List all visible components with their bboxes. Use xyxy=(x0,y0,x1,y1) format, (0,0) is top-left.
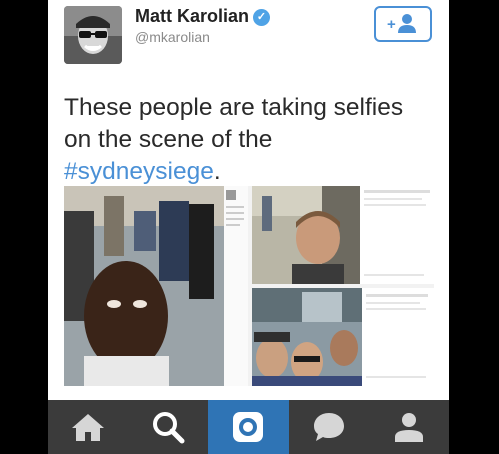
add-user-icon: + xyxy=(387,14,416,33)
home-icon xyxy=(72,414,105,441)
tab-camera[interactable] xyxy=(208,400,289,454)
author-name[interactable]: Matt Karolian ✓ xyxy=(135,6,271,27)
camera-icon xyxy=(233,412,264,442)
author-name-text[interactable]: Matt Karolian xyxy=(135,6,249,26)
tab-activity[interactable] xyxy=(289,400,369,454)
search-icon xyxy=(153,412,185,444)
hashtag-link[interactable]: #sydneysiege xyxy=(64,158,214,185)
media-photo-large[interactable] xyxy=(64,186,248,386)
author-avatar[interactable] xyxy=(64,6,122,64)
media-photo-top-right[interactable] xyxy=(252,186,434,284)
profile-icon xyxy=(394,413,423,442)
tweet-text: These people are taking selfies on the s… xyxy=(64,92,434,188)
tab-profile[interactable] xyxy=(369,400,449,454)
chat-bubble-icon xyxy=(313,413,344,441)
media-photo-bottom-right[interactable] xyxy=(252,288,434,386)
author-handle[interactable]: @mkarolian xyxy=(135,29,210,45)
tweet-text-body: These people are taking selfies on the s… xyxy=(64,94,404,153)
verified-badge-icon: ✓ xyxy=(253,9,271,26)
tweet-card: Matt Karolian ✓ @mkarolian + These people… xyxy=(48,0,449,400)
tweet-text-end: . xyxy=(213,158,221,185)
follow-button[interactable]: + xyxy=(374,6,432,42)
tweet-media-collage[interactable] xyxy=(64,186,434,386)
tab-home[interactable] xyxy=(48,400,128,454)
tab-search[interactable] xyxy=(128,400,208,454)
bottom-tab-bar xyxy=(48,400,449,454)
svg-text:+: + xyxy=(387,16,396,33)
